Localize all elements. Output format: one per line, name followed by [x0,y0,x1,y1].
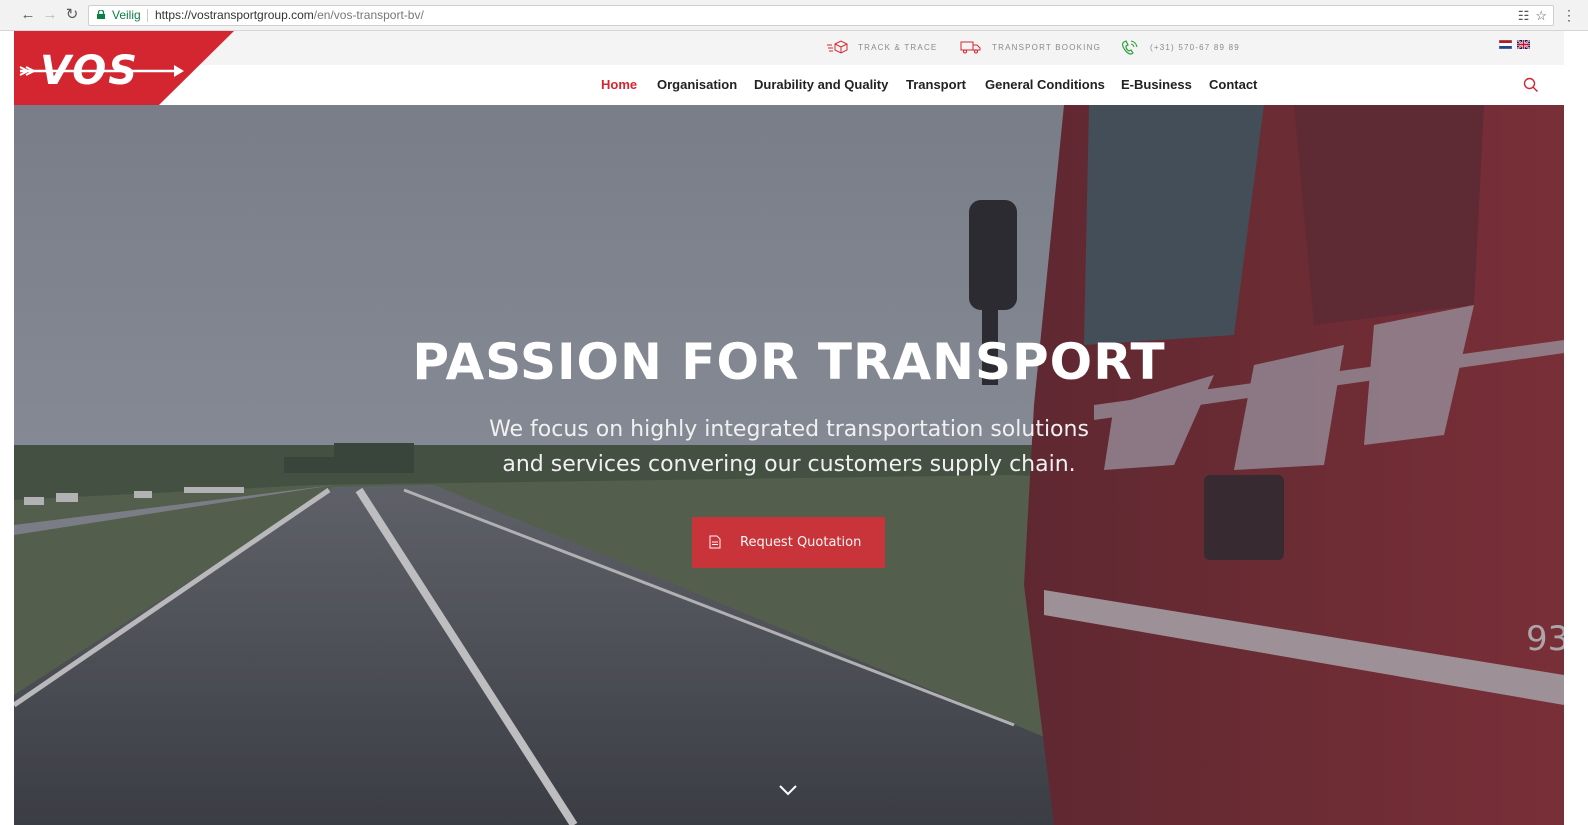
browser-toolbar: ← → ↻ Veilig https://vostransportgroup.c… [0,0,1588,31]
transport-booking-link[interactable]: TRANSPORT BOOKING [960,39,1110,57]
translate-icon[interactable]: ☷ [1518,8,1530,23]
utility-bar: TRACK & TRACE TRANSPORT BOOKING (+31) 57… [14,31,1564,65]
nav-general-conditions[interactable]: General Conditions [985,77,1105,92]
package-icon [827,40,848,54]
hero-subtitle-line1: We focus on highly integrated transporta… [489,417,1089,442]
hero-subtitle-line2: and services convering our customers sup… [502,452,1076,477]
reload-icon[interactable]: ↻ [62,5,82,25]
truck-icon [960,41,981,54]
back-icon[interactable]: ← [18,5,38,25]
track-trace-label: TRACK & TRACE [858,43,938,52]
request-quotation-button[interactable]: Request Quotation [692,517,885,568]
chevron-down-icon[interactable] [778,783,798,797]
transport-booking-label: TRANSPORT BOOKING [992,43,1102,52]
nav-organisation[interactable]: Organisation [657,77,737,92]
address-separator [147,9,148,22]
web-page: TRACK & TRACE TRANSPORT BOOKING (+31) 57… [14,31,1564,825]
url-domain: https://vostransportgroup.com [155,8,314,22]
bookmark-star-icon[interactable]: ☆ [1535,8,1547,23]
main-navigation: Home Organisation Durability and Quality… [14,65,1564,105]
security-label: Veilig [112,8,141,22]
url-path: /en/vos-transport-bv/ [313,8,424,22]
document-icon [709,535,721,549]
phone-icon [1122,40,1138,55]
lock-icon [97,10,105,19]
address-bar[interactable]: Veilig https://vostransportgroup.com/en/… [88,5,1554,26]
search-icon[interactable] [1523,77,1539,93]
url-text[interactable]: https://vostransportgroup.com/en/vos-tra… [155,6,424,25]
uk-flag-icon[interactable] [1517,40,1530,49]
vos-logo[interactable]: VOS [14,31,234,105]
forward-icon[interactable]: → [40,5,60,25]
omnibox-actions: ☷ ☆ [1518,6,1547,25]
phone-number: (+31) 570-67 89 89 [1150,43,1240,52]
hero-title: PASSION FOR TRANSPORT [412,333,1166,391]
browser-menu-icon[interactable]: ⋮ [1562,5,1576,25]
hero-banner: 93 PASSION FOR TRANSPORT We focus on hig… [14,105,1564,825]
nav-contact[interactable]: Contact [1209,77,1257,92]
hero-subtitle: We focus on highly integrated transporta… [14,412,1564,482]
nav-durability-quality[interactable]: Durability and Quality [754,77,888,92]
nav-home[interactable]: Home [601,77,637,92]
track-trace-link[interactable]: TRACK & TRACE [826,39,936,57]
nav-transport[interactable]: Transport [906,77,966,92]
nav-e-business[interactable]: E-Business [1121,77,1192,92]
dutch-flag-icon[interactable] [1499,40,1512,49]
request-quotation-label: Request Quotation [740,535,862,550]
phone-link[interactable]: (+31) 570-67 89 89 [1120,39,1250,57]
